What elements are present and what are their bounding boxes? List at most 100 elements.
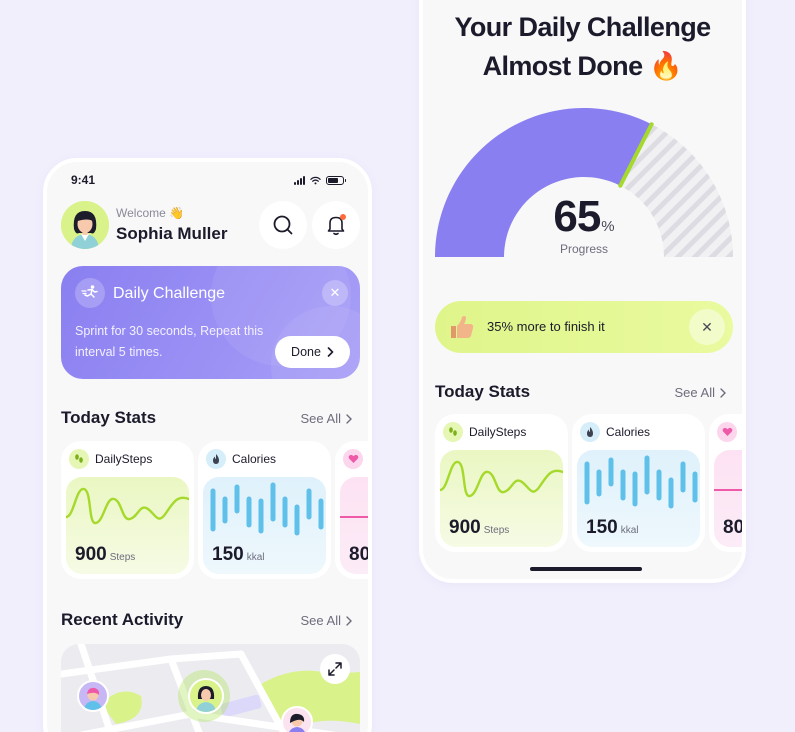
- today-stats-title: Today Stats: [435, 382, 531, 401]
- signal-icon: [294, 175, 305, 185]
- progress-value: 65: [553, 192, 601, 241]
- steps-value-line: 900 Steps: [75, 544, 135, 566]
- calories-unit: kkal: [246, 552, 265, 563]
- calories-unit: kkal: [620, 525, 639, 536]
- notifications-button[interactable]: [312, 201, 360, 249]
- status-bar: 9:41: [71, 172, 346, 188]
- steps-chart: 900 Steps: [440, 450, 563, 547]
- wifi-icon: [310, 176, 321, 184]
- heart-rate-card[interactable]: 80: [335, 441, 371, 579]
- challenge-heading-line2: Almost Done 🔥: [482, 51, 683, 81]
- user-name: Sophia Muller: [116, 224, 228, 243]
- status-icons: [294, 175, 346, 185]
- stat-label: DailySteps: [95, 452, 153, 466]
- chevron-right-icon: [346, 615, 352, 626]
- recent-activity-see-all-link[interactable]: See All: [301, 613, 352, 628]
- heart-chart: 80: [714, 450, 745, 547]
- calories-value: 150: [586, 517, 618, 538]
- map-user-avatar[interactable]: [77, 680, 109, 712]
- calories-card[interactable]: Calories 150 kkal: [198, 441, 331, 579]
- challenge-description: Sprint for 30 seconds, Repeat this inter…: [75, 324, 264, 359]
- steps-value: 900: [449, 517, 481, 538]
- today-stats-see-all-link[interactable]: See All: [301, 411, 352, 426]
- footprints-icon: [443, 422, 463, 442]
- daily-steps-card[interactable]: DailySteps 900 Steps: [61, 441, 194, 579]
- welcome-text: Welcome 👋: [116, 206, 185, 220]
- home-indicator: [530, 567, 642, 571]
- heart-value-line: 80: [723, 517, 745, 539]
- daily-challenge-card[interactable]: Daily Challenge ✕ Sprint for 30 seconds,…: [61, 266, 360, 379]
- chevron-right-icon: [346, 413, 352, 424]
- thumbs-up-icon: [447, 312, 477, 342]
- avatar-illustration: [61, 201, 109, 249]
- today-stats-title: Today Stats: [61, 408, 157, 427]
- activity-map[interactable]: [61, 644, 360, 732]
- expand-map-button[interactable]: [320, 654, 350, 684]
- stat-header: [717, 422, 737, 442]
- close-banner-button[interactable]: ✕: [689, 309, 725, 345]
- map-user-illustration: [84, 687, 102, 710]
- stat-label: Calories: [606, 425, 651, 439]
- recent-activity-title: Recent Activity: [61, 610, 184, 629]
- chevron-right-icon: [720, 387, 726, 398]
- chevron-right-icon: [327, 347, 334, 357]
- challenge-title: Daily Challenge: [113, 285, 226, 302]
- remaining-progress-banner[interactable]: 35% more to finish it ✕: [435, 301, 733, 353]
- calories-value: 150: [212, 544, 244, 565]
- heart-icon: [343, 449, 363, 469]
- map-user-illustration: [196, 686, 216, 712]
- progress-label: Progress: [559, 242, 609, 256]
- steps-value-line: 900 Steps: [449, 517, 509, 539]
- stat-label: DailySteps: [469, 425, 527, 439]
- today-stats-see-all-link[interactable]: See All: [675, 385, 726, 400]
- stat-header: DailySteps: [443, 422, 526, 442]
- close-icon: ✕: [701, 318, 713, 335]
- heart-value: 80: [723, 517, 745, 538]
- heart-chart: 80: [340, 477, 371, 574]
- remaining-progress-text: 35% more to finish it: [487, 319, 605, 334]
- steps-chart: 900 Steps: [66, 477, 189, 574]
- search-button[interactable]: [259, 201, 307, 249]
- stat-label: Calories: [232, 452, 277, 466]
- progress-value-line: 65%: [423, 192, 742, 242]
- flame-icon: [580, 422, 600, 442]
- expand-icon: [328, 662, 342, 676]
- calories-value-line: 150 kkal: [212, 544, 265, 566]
- right-phone-screen: Your Daily Challenge Almost Done 🔥 65% P…: [419, 0, 746, 583]
- avatar[interactable]: [61, 201, 109, 249]
- see-all-label: See All: [674, 385, 715, 400]
- left-phone-screen: 9:41 Welcome 👋 Sophia Muller Daily Chall…: [43, 158, 372, 732]
- map-user-illustration: [289, 713, 305, 732]
- close-challenge-button[interactable]: ✕: [322, 280, 348, 306]
- heart-value: 80: [349, 544, 371, 565]
- see-all-label: See All: [300, 411, 341, 426]
- footprints-icon: [69, 449, 89, 469]
- done-button[interactable]: Done: [275, 336, 350, 368]
- heart-value-line: 80: [349, 544, 371, 566]
- map-user-avatar[interactable]: [281, 706, 313, 732]
- calories-card[interactable]: Calories 150 kkal: [572, 414, 705, 552]
- flame-icon: [206, 449, 226, 469]
- calories-value-line: 150 kkal: [586, 517, 639, 539]
- stat-header: Calories: [206, 449, 276, 469]
- map-user-avatar[interactable]: [188, 678, 224, 714]
- calories-chart: 150 kkal: [577, 450, 700, 547]
- battery-icon: [326, 175, 346, 185]
- running-icon: [75, 278, 105, 308]
- steps-unit: Steps: [483, 525, 510, 536]
- challenge-heading-line1: Your Daily Challenge: [454, 12, 711, 42]
- done-label: Done: [291, 345, 321, 359]
- heart-rate-card[interactable]: 80: [709, 414, 745, 552]
- daily-steps-card[interactable]: DailySteps 900 Steps: [435, 414, 568, 552]
- search-icon: [273, 215, 293, 235]
- see-all-label: See All: [300, 613, 341, 628]
- progress-unit: %: [601, 218, 615, 235]
- calories-chart: 150 kkal: [203, 477, 326, 574]
- steps-unit: Steps: [109, 552, 136, 563]
- steps-value: 900: [75, 544, 107, 565]
- stat-header: Calories: [580, 422, 650, 442]
- status-time: 9:41: [71, 173, 96, 187]
- stat-header: DailySteps: [69, 449, 152, 469]
- heart-icon: [717, 422, 737, 442]
- notification-dot: [340, 214, 346, 220]
